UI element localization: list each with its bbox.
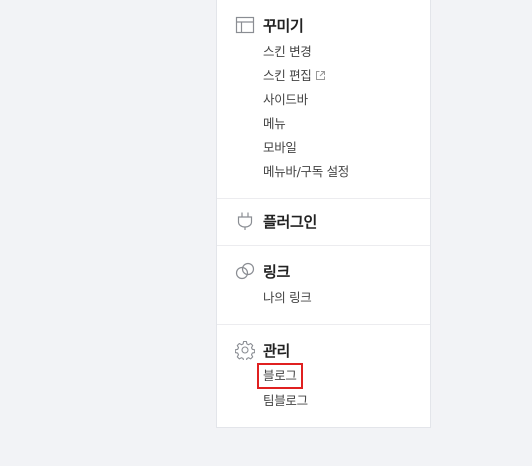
section-header-customize[interactable]: 꾸미기 [235,13,304,37]
sidebar-panel: 꾸미기 스킨 변경 스킨 편집 사이드바 메뉴 모바일 메뉴바/구독 설정 플러… [216,0,431,428]
menu-item-mobile[interactable]: 모바일 [263,139,297,157]
section-header-link[interactable]: 링크 [235,259,290,283]
menu-item-team-blog[interactable]: 팀블로그 [263,392,308,410]
divider [217,198,430,199]
layout-icon [235,15,255,35]
divider [217,324,430,325]
plug-icon [235,211,255,231]
highlight-box [257,363,303,389]
menu-item-skin-edit-label: 스킨 편집 [263,68,312,83]
section-header-manage[interactable]: 관리 [234,338,291,362]
menu-item-sidebar[interactable]: 사이드바 [263,91,308,109]
menu-item-menu[interactable]: 메뉴 [263,115,286,133]
gear-icon [234,340,256,362]
section-title-plugin: 플러그인 [263,212,318,231]
section-title-link: 링크 [263,262,291,281]
section-header-plugin[interactable]: 플러그인 [235,209,317,233]
menu-item-my-links[interactable]: 나의 링크 [263,289,312,307]
menu-item-menubar-subscribe[interactable]: 메뉴바/구독 설정 [263,163,349,181]
menu-item-skin-change[interactable]: 스킨 변경 [263,43,312,61]
link-rings-icon [235,261,255,281]
section-title-manage: 관리 [263,341,291,360]
divider [217,245,430,246]
section-title-customize: 꾸미기 [263,16,304,35]
menu-item-skin-edit[interactable]: 스킨 편집 [263,67,326,85]
external-link-icon [315,68,326,80]
